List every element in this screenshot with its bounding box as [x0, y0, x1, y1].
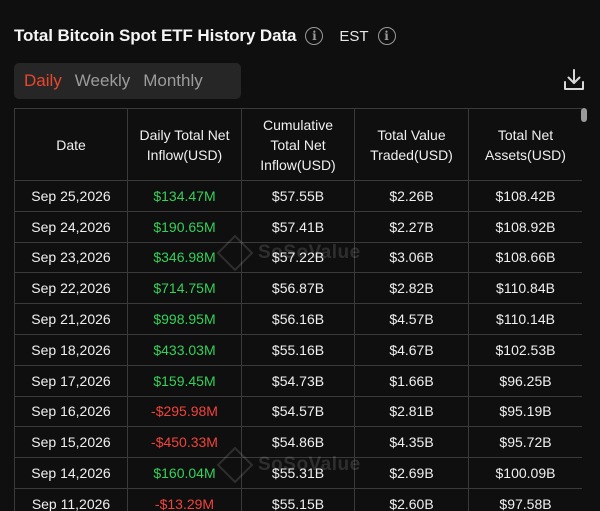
cell-net-assets: $108.42B: [468, 180, 582, 212]
cell-date: Sep 25,2026: [14, 180, 128, 212]
cell-net-assets: $96.25B: [468, 364, 582, 397]
cell-value-traded: $4.35B: [354, 426, 469, 459]
cell-cumulative-inflow: $57.22B: [241, 241, 355, 274]
table-row: Sep 23,2026 $346.98M $57.22B $3.06B $108.66B: [14, 241, 582, 274]
cell-net-assets: $95.19B: [468, 395, 582, 428]
column-header-date: Date: [14, 108, 128, 181]
table-row: Sep 14,2026 $160.04M $55.31B $2.69B $100.09B: [14, 457, 582, 489]
cell-date: Sep 15,2026: [14, 426, 128, 459]
cell-cumulative-inflow: $54.57B: [241, 395, 355, 428]
tab-weekly[interactable]: Weekly: [69, 63, 136, 99]
cell-daily-inflow: $159.45M: [127, 364, 242, 397]
period-tabs: Daily Weekly Monthly: [14, 63, 241, 99]
table-row: Sep 18,2026 $433.03M $55.16B $4.67B $102.53B: [14, 333, 582, 366]
cell-cumulative-inflow: $55.15B: [241, 487, 355, 511]
cell-net-assets: $100.09B: [468, 457, 582, 489]
cell-cumulative-inflow: $56.87B: [241, 272, 355, 305]
cell-value-traded: $2.27B: [354, 210, 469, 243]
cell-cumulative-inflow: $54.73B: [241, 364, 355, 397]
cell-cumulative-inflow: $55.16B: [241, 333, 355, 366]
table-row: Sep 17,2026 $159.45M $54.73B $1.66B $96.25B: [14, 364, 582, 397]
table-body: Sep 25,2026 $134.47M $57.55B $2.26B $108.42B…: [14, 180, 582, 511]
cell-date: Sep 18,2026: [14, 333, 128, 366]
cell-value-traded: $1.66B: [354, 364, 469, 397]
cell-net-assets: $102.53B: [468, 333, 582, 366]
cell-daily-inflow: $346.98M: [127, 241, 242, 274]
table-row: Sep 25,2026 $134.47M $57.55B $2.26B $108.42B: [14, 180, 582, 212]
cell-value-traded: $2.82B: [354, 272, 469, 305]
cell-date: Sep 22,2026: [14, 272, 128, 305]
cell-net-assets: $110.14B: [468, 303, 582, 335]
cell-value-traded: $2.26B: [354, 180, 469, 212]
timezone-info-icon[interactable]: i: [377, 27, 396, 45]
table-row: Sep 11,2026 -$13.29M $55.15B $2.60B $97.58B: [14, 487, 582, 511]
cell-date: Sep 24,2026: [14, 210, 128, 243]
cell-daily-inflow: $134.47M: [127, 180, 242, 212]
cell-daily-inflow: -$13.29M: [127, 487, 242, 511]
cell-value-traded: $2.81B: [354, 395, 469, 428]
page-header: Total Bitcoin Spot ETF History Data i ES…: [14, 24, 396, 48]
cell-net-assets: $95.72B: [468, 426, 582, 459]
cell-daily-inflow: $190.65M: [127, 210, 242, 243]
cell-daily-inflow: $160.04M: [127, 457, 242, 489]
cell-net-assets: $108.66B: [468, 241, 582, 274]
cell-date: Sep 16,2026: [14, 395, 128, 428]
column-header-daily-inflow: Daily Total Net Inflow(USD): [127, 108, 242, 181]
cell-date: Sep 17,2026: [14, 364, 128, 397]
etf-history-table: Date Daily Total Net Inflow(USD) Cumulat…: [14, 108, 582, 511]
etf-history-table-container[interactable]: Date Daily Total Net Inflow(USD) Cumulat…: [14, 108, 582, 511]
table-header-row: Date Daily Total Net Inflow(USD) Cumulat…: [14, 108, 582, 181]
cell-daily-inflow: -$450.33M: [127, 426, 242, 459]
cell-net-assets: $97.58B: [468, 487, 582, 511]
table-row: Sep 15,2026 -$450.33M $54.86B $4.35B $95.72B: [14, 426, 582, 459]
download-icon[interactable]: [563, 68, 585, 92]
cell-date: Sep 11,2026: [14, 487, 128, 511]
title-info-icon[interactable]: i: [305, 27, 324, 45]
cell-date: Sep 14,2026: [14, 457, 128, 489]
cell-cumulative-inflow: $57.55B: [241, 180, 355, 212]
cell-value-traded: $2.69B: [354, 457, 469, 489]
cell-daily-inflow: $998.95M: [127, 303, 242, 335]
cell-value-traded: $4.67B: [354, 333, 469, 366]
timezone-label: EST: [339, 27, 369, 45]
cell-date: Sep 21,2026: [14, 303, 128, 335]
cell-daily-inflow: $714.75M: [127, 272, 242, 305]
column-header-net-assets: Total Net Assets(USD): [468, 108, 582, 181]
cell-value-traded: $2.60B: [354, 487, 469, 511]
cell-daily-inflow: -$295.98M: [127, 395, 242, 428]
column-header-value-traded: Total Value Traded(USD): [354, 108, 469, 181]
page-title: Total Bitcoin Spot ETF History Data: [14, 26, 297, 45]
table-row: Sep 21,2026 $998.95M $56.16B $4.57B $110.14B: [14, 303, 582, 335]
cell-daily-inflow: $433.03M: [127, 333, 242, 366]
tab-monthly[interactable]: Monthly: [137, 63, 209, 99]
scrollbar-thumb[interactable]: [581, 108, 587, 122]
cell-value-traded: $4.57B: [354, 303, 469, 335]
tab-daily[interactable]: Daily: [18, 63, 68, 99]
cell-net-assets: $110.84B: [468, 272, 582, 305]
cell-net-assets: $108.92B: [468, 210, 582, 243]
cell-cumulative-inflow: $54.86B: [241, 426, 355, 459]
table-scrollbar[interactable]: [581, 108, 587, 511]
table-row: Sep 16,2026 -$295.98M $54.57B $2.81B $95.19B: [14, 395, 582, 428]
cell-date: Sep 23,2026: [14, 241, 128, 274]
cell-value-traded: $3.06B: [354, 241, 469, 274]
column-header-cumulative-inflow: Cumulative Total Net Inflow(USD): [241, 108, 355, 181]
cell-cumulative-inflow: $56.16B: [241, 303, 355, 335]
table-row: Sep 24,2026 $190.65M $57.41B $2.27B $108.92B: [14, 210, 582, 243]
table-row: Sep 22,2026 $714.75M $56.87B $2.82B $110.84B: [14, 272, 582, 305]
cell-cumulative-inflow: $55.31B: [241, 457, 355, 489]
cell-cumulative-inflow: $57.41B: [241, 210, 355, 243]
